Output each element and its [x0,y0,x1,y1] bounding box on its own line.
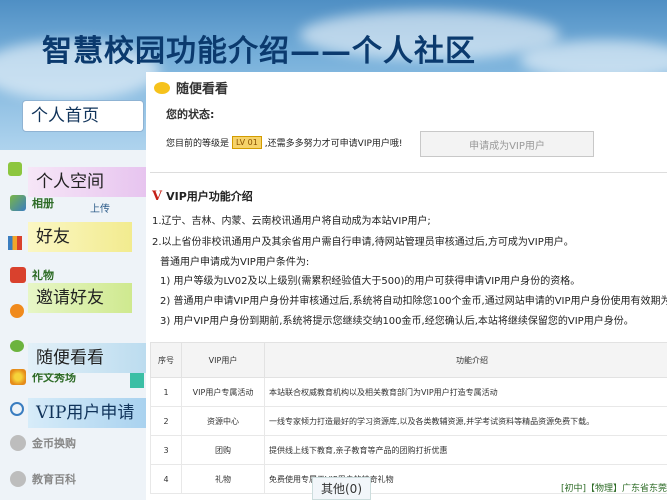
sidebar-item-label: 金币换购 [32,437,76,450]
smiley-icon [154,81,170,94]
bar-chart-icon [8,236,22,250]
table-cell: 4 [150,464,182,494]
flower-icon [10,369,26,385]
sidebar-item-label: 教育百科 [32,473,76,486]
conditions-heading: 普通用户申请成为VIP用户条件为: [160,257,310,268]
level-line: 您目前的等级是 LV 01 ,还需多多努力才可申请VIP用户哦! [166,136,403,149]
table-cell: 1 [150,377,182,407]
slide-title: 智慧校园功能介绍——个人社区 [42,34,476,69]
browse-panel: 随便看看 您的状态: 您目前的等级是 LV 01 ,还需多多努力才可申请VIP用… [146,72,667,500]
sidebar-item-label: 相册 [32,197,54,210]
vip-v-icon: V [152,188,163,204]
table-cell: 一线专家倾力打造最好的学习资源库,以及各类教辅资源,并学考试资料等精品资源免费下… [264,406,667,436]
table-cell: 2 [150,406,182,436]
other-tab[interactable]: 其他(0) [312,477,371,500]
panel-header-label: 随便看看 [176,82,229,97]
vip-intro-title-text: VIP用户功能介绍 [166,190,253,203]
apply-vip-button[interactable]: 申请成为VIP用户 [420,131,594,157]
table-row: 3 团购 提供线上线下教育,亲子教育等产品的团购打折优惠 [150,435,667,465]
vip-intro-title: V VIP用户功能介绍 [152,188,253,204]
panel-header: 随便看看 [154,78,228,97]
table-cell: 本站联合权威教育机构以及相关教育部门为VIP用户打造专属活动 [264,377,667,407]
level-text: 您目前的等级是 [166,139,230,149]
heart-icon [10,304,24,318]
coin-icon [10,435,26,451]
table-cell: VIP用户专属活动 [181,377,265,407]
sidebar-item-coin-exchange[interactable]: 金币换购 [10,430,76,456]
book-icon [10,471,26,487]
nav-personal-space[interactable]: 个人空间 [28,167,146,197]
table-row: 2 资源中心 一线专家倾力打造最好的学习资源库,以及各类教辅资源,并学考试资料等… [150,406,667,436]
table-cell: 团购 [181,435,265,465]
table-cell: 提供线上线下教育,亲子教育等产品的团购打折优惠 [264,435,667,465]
bottom-links[interactable]: [初中]【物理】广东省东莞 [561,481,667,494]
column-header: VIP用户 [181,342,265,378]
side-tab-fragment [130,372,144,388]
level-badge: LV 01 [232,136,262,149]
nav-friends[interactable]: 好友 [28,222,132,252]
divider [150,172,667,173]
nav-browse[interactable]: 随便看看 [28,343,146,373]
condition-item: 2) 普通用户申请VIP用户身份并审核通过后,系统将自动扣除您100个金币,通过… [160,296,667,307]
photo-icon [10,195,26,211]
status-label: 您的状态: [166,108,215,121]
community-sidebar: 相册 上传 礼物 作文秀场 金币换购 教育百科 [0,150,147,500]
leaf-icon [8,162,22,176]
vip-feature-table: 序号 VIP用户 功能介绍 1 VIP用户专属活动 本站联合权威教育机构以及相关… [150,342,667,494]
nav-invite-friends[interactable]: 邀请好友 [28,283,132,313]
chat-icon [10,340,24,352]
table-cell: 礼物 [181,464,265,494]
vip-rule: 2.以上省份非校讯通用户及其余省用户需自行申请,待网站管理员审核通过后,方可成为… [152,237,574,248]
condition-item: 3) 用户VIP用户身份到期前,系统将提示您继续交纳100金币,经您确认后,本站… [160,316,634,327]
table-header-row: 序号 VIP用户 功能介绍 [150,342,667,378]
table-cell: 资源中心 [181,406,265,436]
info-icon [10,402,24,416]
vip-rule: 1.辽宁、吉林、内蒙、云南校讯通用户将自动成为本站VIP用户; [152,216,431,227]
level-hint: ,还需多多努力才可申请VIP用户哦! [264,139,403,149]
column-header: 功能介绍 [264,342,667,378]
nav-vip-apply[interactable]: VIP用户申请 [28,398,146,428]
table-cell: 3 [150,435,182,465]
nav-personal-home[interactable]: 个人首页 [22,100,144,132]
sidebar-item-edu-wiki[interactable]: 教育百科 [10,466,76,492]
condition-item: 1) 用户等级为LV02及以上级别(需累积经验值大于500)的用户可获得申请VI… [160,276,581,287]
column-header: 序号 [150,342,182,378]
sidebar-item-label: 礼物 [32,269,54,282]
gift-icon [10,267,26,283]
table-row: 1 VIP用户专属活动 本站联合权威教育机构以及相关教育部门为VIP用户打造专属… [150,377,667,407]
upload-link[interactable]: 上传 [90,200,110,215]
